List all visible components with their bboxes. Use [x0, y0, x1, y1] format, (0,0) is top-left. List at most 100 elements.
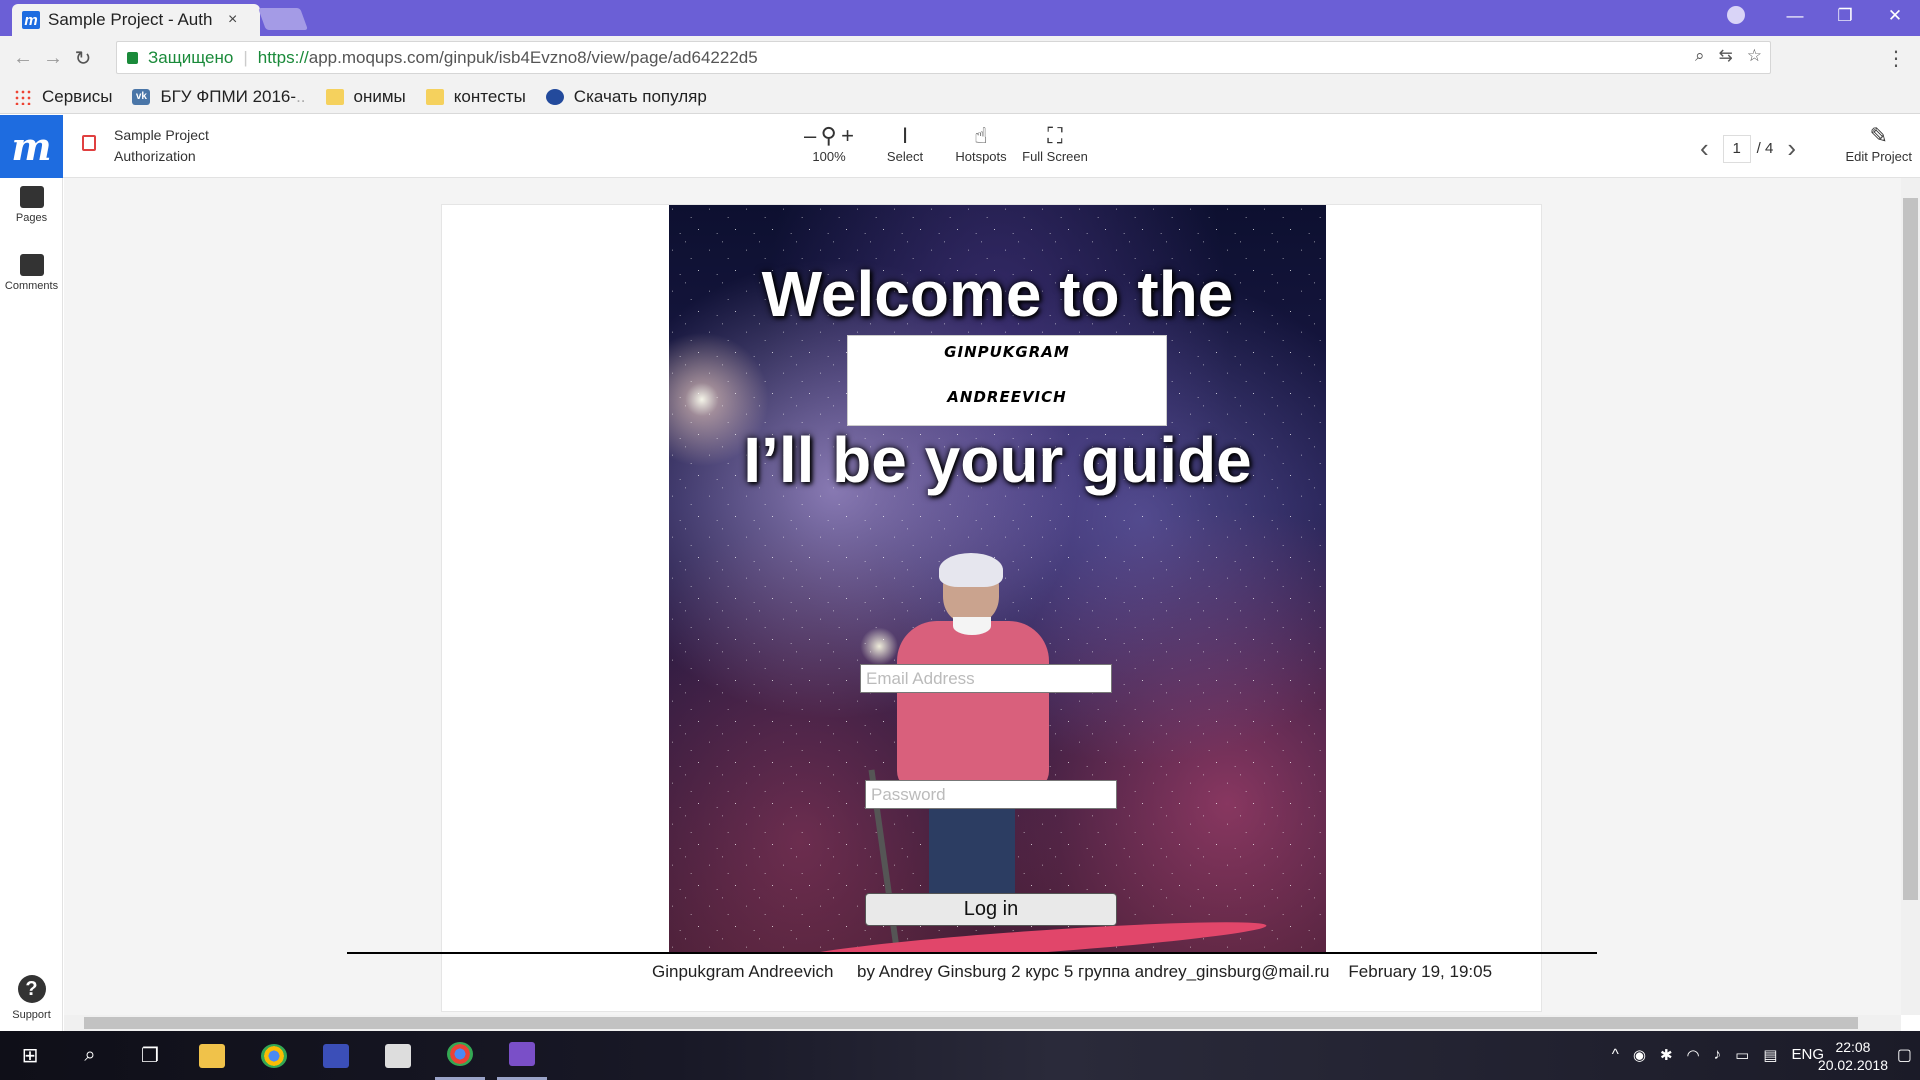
vertical-scrollbar[interactable]: [1901, 178, 1920, 1015]
edit-project-button[interactable]: ✎ Edit Project: [1846, 123, 1912, 164]
help-icon: ?: [17, 975, 46, 1003]
zoom-control[interactable]: – ⚲ + 100%: [797, 123, 861, 164]
fullscreen-icon: ⛶: [1047, 123, 1063, 148]
folder-icon: [425, 88, 444, 105]
bookmark-label: онимы: [353, 86, 406, 106]
login-button[interactable]: Log in: [865, 893, 1117, 926]
hand-icon: ☝: [974, 123, 988, 148]
minimize-icon[interactable]: —: [1770, 6, 1820, 26]
floppy-icon: [323, 1043, 349, 1068]
woman-sweater: [897, 621, 1049, 791]
comments-icon: [19, 254, 44, 276]
steam-icon[interactable]: ◉: [1633, 1046, 1646, 1064]
bookmark-label: БГУ ФПМИ 2016-: [160, 86, 297, 106]
page-number-input[interactable]: 1: [1722, 134, 1751, 163]
bookmark-label: Сервисы: [42, 86, 113, 106]
bookmark-download[interactable]: Скачать популяр: [545, 87, 707, 107]
sidebar-item-comments[interactable]: Comments: [0, 254, 63, 292]
start-button[interactable]: ⊞: [5, 1031, 55, 1080]
profile-icon[interactable]: [1727, 6, 1745, 24]
hotspots-tool[interactable]: ☝ Hotspots: [950, 123, 1012, 164]
footer-divider: [347, 952, 1597, 954]
volume-icon[interactable]: ♪: [1714, 1046, 1722, 1064]
browser-tab-active[interactable]: m Sample Project - Auth ×: [12, 4, 260, 36]
bluetooth-icon[interactable]: ✱: [1660, 1046, 1673, 1064]
bookmark-star-icon[interactable]: ☆: [1747, 46, 1762, 66]
tab-close-icon[interactable]: ×: [228, 11, 237, 29]
clock[interactable]: 22:08 20.02.2018: [1818, 1038, 1888, 1074]
left-sidebar: Pages Comments ? Support: [0, 178, 63, 1031]
bookmark-label: контесты: [453, 86, 526, 106]
reload-icon[interactable]: ↻: [68, 46, 98, 71]
chrome-icon: [261, 1043, 287, 1068]
edit-project-label: Edit Project: [1845, 149, 1912, 164]
woman-photo: [887, 553, 1059, 937]
password-field[interactable]: Password: [865, 780, 1117, 809]
bookmark-folder-contests[interactable]: контесты: [425, 86, 526, 107]
welcome-heading: Welcome to the: [761, 258, 1234, 330]
woman-collar: [953, 617, 991, 635]
bookmark-vk[interactable]: vk БГУ ФПМИ 2016-..: [132, 86, 306, 107]
taskbar-calculator[interactable]: [373, 1031, 423, 1080]
name-banner: GINPUKGRAM ANDREEVICH: [847, 335, 1167, 426]
fullscreen-tool[interactable]: ⛶ Full Screen: [1022, 123, 1088, 164]
windows-taskbar: ⊞ ⌕ ❐ ^ ◉ ✱ ◠ ♪ ▭ ▤ ENG 22:08 20.02.2018…: [0, 1031, 1920, 1080]
vertical-scroll-thumb[interactable]: [1903, 198, 1918, 900]
bookmarks-bar: Сервисы vk БГУ ФПМИ 2016-.. онимы контес…: [0, 80, 1920, 114]
apps-icon: [14, 88, 32, 105]
sidebar-item-pages[interactable]: Pages: [0, 186, 63, 224]
select-tool[interactable]: I Select: [880, 123, 930, 164]
search-icon: ⌕: [84, 1044, 96, 1066]
zoom-icon: – ⚲ +: [803, 123, 854, 148]
page-name: Authorization: [114, 148, 196, 164]
prev-page-icon[interactable]: ‹: [1700, 133, 1709, 164]
taskbar-save-app[interactable]: [311, 1031, 361, 1080]
zoom-label: 100%: [812, 149, 846, 164]
sidebar-item-support[interactable]: ? Support: [0, 975, 63, 1021]
translate-icon[interactable]: ⇆: [1719, 46, 1733, 66]
moqups-logo[interactable]: m: [0, 115, 63, 178]
tray-chevron-icon[interactable]: ^: [1612, 1046, 1619, 1064]
new-tab-button[interactable]: [257, 8, 309, 30]
taskbar-visual-studio[interactable]: [497, 1031, 547, 1080]
clock-time: 22:08: [1835, 1039, 1871, 1055]
notification-icon[interactable]: ▢: [1897, 1045, 1912, 1065]
bookmark-folder-onimy[interactable]: онимы: [325, 86, 406, 107]
battery-icon[interactable]: ▭: [1735, 1046, 1749, 1064]
search-button[interactable]: ⌕: [65, 1031, 115, 1080]
name-line-1: GINPUKGRAM: [944, 343, 1070, 361]
next-page-icon[interactable]: ›: [1787, 133, 1796, 164]
bookmark-apps[interactable]: Сервисы: [14, 87, 112, 107]
hotspots-label: Hotspots: [955, 149, 1007, 164]
taskbar-explorer[interactable]: [187, 1031, 237, 1080]
omnibox-actions: ⌕ ⇆ ☆: [1695, 46, 1762, 66]
project-name: Sample Project: [114, 127, 209, 143]
taskbar-chrome-active[interactable]: [435, 1031, 485, 1080]
window-controls: — ❐ ✕: [1770, 0, 1920, 32]
back-icon[interactable]: ←: [8, 47, 38, 70]
folder-icon: [199, 1043, 225, 1068]
windows-icon: ⊞: [21, 1045, 39, 1067]
guide-heading: I’ll be your guide: [743, 424, 1252, 496]
close-window-icon[interactable]: ✕: [1870, 6, 1920, 26]
space-background-image: Welcome to the GINPUKGRAM ANDREEVICH I’l…: [669, 205, 1326, 953]
task-view-button[interactable]: ❐: [125, 1031, 175, 1080]
email-field[interactable]: Email Address: [860, 664, 1112, 693]
horizontal-scrollbar[interactable]: [64, 1015, 1901, 1031]
clock-date: 20.02.2018: [1817, 1057, 1888, 1073]
comments-label: Comments: [4, 280, 59, 292]
notes-icon[interactable]: ▤: [1763, 1046, 1777, 1064]
visual-studio-icon: [509, 1042, 535, 1066]
address-bar[interactable]: Защищено | https:// app.moqups.com/ginpu…: [116, 41, 1771, 74]
wifi-icon[interactable]: ◠: [1687, 1046, 1700, 1064]
woman-hair: [939, 553, 1003, 587]
browser-menu-icon[interactable]: ⋮: [1886, 46, 1906, 71]
select-cursor-icon: I: [901, 123, 909, 148]
tab-title: Sample Project - Auth: [48, 10, 213, 29]
horizontal-scroll-thumb[interactable]: [84, 1017, 1858, 1029]
restore-icon[interactable]: ❐: [1820, 6, 1870, 26]
forward-icon[interactable]: →: [38, 47, 68, 70]
taskbar-chrome[interactable]: [249, 1031, 299, 1080]
calculator-icon: [385, 1043, 411, 1068]
zoom-page-icon[interactable]: ⌕: [1695, 46, 1705, 66]
